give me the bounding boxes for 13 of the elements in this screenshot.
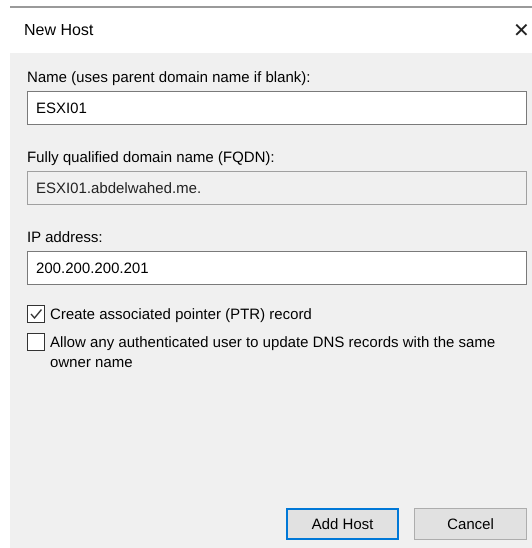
field-label: Fully qualified domain name (FQDN): <box>27 149 276 166</box>
checkbox[interactable] <box>27 305 45 323</box>
input-field[interactable]: ESXI01 <box>27 91 527 125</box>
cancel-button[interactable]: Cancel <box>414 508 527 540</box>
input-field[interactable]: 200.200.200.201 <box>27 251 527 285</box>
checkbox[interactable] <box>27 333 45 351</box>
window-title: New Host <box>24 22 94 40</box>
add-button[interactable]: Add Host <box>286 508 399 540</box>
checkbox-label: Create associated pointer (PTR) record <box>50 305 313 325</box>
checkbox-label: Allow any authenticated user to update DNS records with the same owner name <box>50 333 496 373</box>
close-icon[interactable]: ✕ <box>513 20 532 40</box>
field-label: Name (uses parent domain name if blank): <box>27 69 312 86</box>
field-label: IP address: <box>27 229 104 246</box>
